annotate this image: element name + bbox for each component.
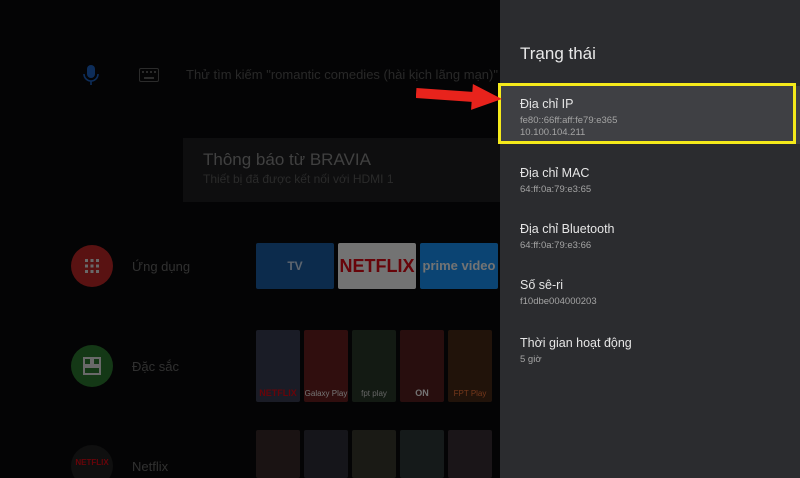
- status-item-ip-address[interactable]: Địa chỉ IP fe80::66ff:aff:fe79:e365 10.1…: [500, 86, 800, 144]
- row-label-netflix: Netflix: [132, 459, 169, 474]
- featured-poster[interactable]: FPT Play: [448, 330, 492, 402]
- apps-grid-icon[interactable]: [71, 245, 113, 287]
- status-item-uptime[interactable]: Thời gian hoạt động 5 giờ: [500, 330, 800, 370]
- app-tile-tv[interactable]: TV: [256, 243, 334, 289]
- status-item-mac-address[interactable]: Địa chỉ MAC 64:ff:0a:79:e3:65: [500, 160, 800, 200]
- featured-poster[interactable]: NETFLIX: [256, 330, 300, 402]
- app-tile-netflix[interactable]: NETFLIX: [338, 243, 416, 289]
- panel-title: Trạng thái: [520, 44, 596, 63]
- ip-v6-value: fe80::66ff:aff:fe79:e365: [520, 115, 618, 126]
- app-tile-prime-video[interactable]: prime video: [420, 243, 498, 289]
- row-label-featured: Đặc sắc: [132, 359, 179, 374]
- featured-poster[interactable]: Galaxy Play: [304, 330, 348, 402]
- netflix-icon[interactable]: NETFLIX: [71, 445, 113, 478]
- featured-poster[interactable]: ON: [400, 330, 444, 402]
- row-label-apps: Ứng dụng: [132, 259, 191, 274]
- home-screen-background: Thử tìm kiếm "romantic comedies (hài kịc…: [0, 0, 500, 478]
- netflix-poster[interactable]: [448, 430, 492, 478]
- ip-v4-value: 10.100.104.211: [520, 127, 586, 138]
- status-item-serial-number[interactable]: Số sê-ri f10dbe004000203: [500, 272, 800, 312]
- microphone-icon[interactable]: [80, 64, 102, 86]
- featured-poster[interactable]: fpt play: [352, 330, 396, 402]
- keyboard-icon[interactable]: [139, 68, 159, 82]
- notification-title: Thông báo từ BRAVIA: [203, 150, 371, 169]
- status-panel: Trạng thái Địa chỉ IP fe80::66ff:aff:fe7…: [500, 0, 800, 478]
- featured-icon[interactable]: [71, 345, 113, 387]
- netflix-poster[interactable]: [304, 430, 348, 478]
- notification-card[interactable]: Thông báo từ BRAVIA Thiết bị đã được kết…: [183, 138, 500, 202]
- status-item-bluetooth-address[interactable]: Địa chỉ Bluetooth 64:ff:0a:79:e3:66: [500, 216, 800, 256]
- red-arrow-icon: [416, 83, 502, 110]
- search-hint[interactable]: Thử tìm kiếm "romantic comedies (hài kịc…: [186, 67, 498, 82]
- netflix-poster[interactable]: [256, 430, 300, 478]
- notification-subtitle: Thiết bị đã được kết nối với HDMI 1: [203, 172, 394, 186]
- netflix-poster[interactable]: [352, 430, 396, 478]
- netflix-poster[interactable]: [400, 430, 444, 478]
